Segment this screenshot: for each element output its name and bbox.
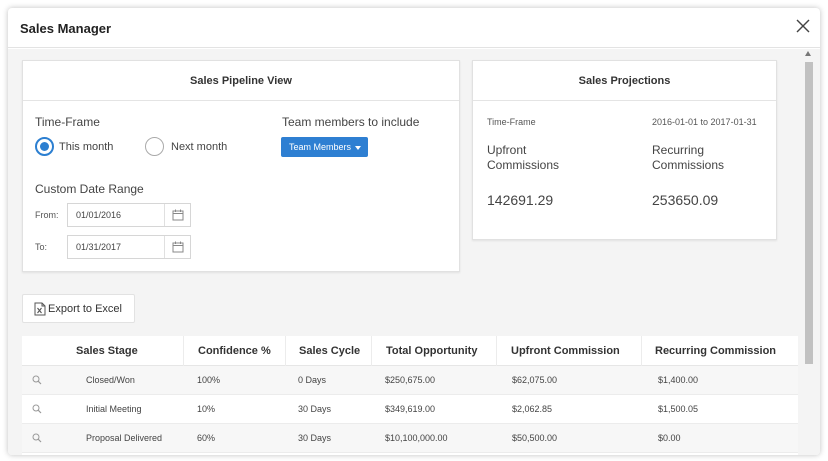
cell-confidence: 100%	[197, 375, 221, 385]
table-row[interactable]: Initial Meeting 10% 30 Days $349,619.00 …	[22, 395, 798, 424]
custom-date-range-label: Custom Date Range	[35, 182, 144, 196]
magnifier-icon[interactable]	[32, 404, 42, 414]
team-members-label: Team members to include	[282, 115, 420, 129]
cell-upfront-commission: $50,500.00	[512, 433, 558, 443]
projections-card: Sales Projections Time-Frame 2016-01-01 …	[472, 60, 777, 240]
column-divider	[183, 336, 184, 366]
date-separator	[164, 204, 165, 226]
cell-confidence: 60%	[197, 433, 216, 443]
timeframe-label: Time-Frame	[35, 115, 100, 129]
recurring-commissions-label-line1: Recurring	[652, 143, 705, 157]
radio-this-month-button[interactable]	[35, 137, 54, 156]
column-divider	[496, 336, 497, 366]
column-header-total-opportunity[interactable]: Total Opportunity	[386, 336, 477, 366]
cell-total-opportunity: $349,619.00	[385, 404, 436, 414]
recurring-commissions-label-line2: Commissions	[652, 158, 725, 172]
magnifier-icon[interactable]	[32, 375, 42, 385]
column-divider	[371, 336, 372, 366]
cell-sales-stage: Proposal Delivered	[86, 433, 163, 443]
cell-recurring-commission: $0.00	[658, 433, 681, 443]
close-icon[interactable]	[795, 18, 811, 34]
cell-recurring-commission: $1,400.00	[658, 375, 699, 385]
dialog-body: Sales Pipeline View Time-Frame This mont…	[8, 49, 820, 455]
pipeline-card: Sales Pipeline View Time-Frame This mont…	[22, 60, 460, 272]
upfront-commissions-value: 142691.29	[487, 192, 554, 208]
upfront-commissions-label-line2: Commissions	[487, 158, 560, 172]
team-members-dropdown[interactable]: Team Members	[281, 137, 368, 157]
cell-upfront-commission: $62,075.00	[512, 375, 558, 385]
dialog-titlebar: Sales Manager	[8, 8, 820, 48]
from-date-value[interactable]: 01/01/2016	[76, 210, 121, 220]
from-label: From:	[35, 210, 59, 220]
column-divider	[641, 336, 642, 366]
cell-total-opportunity: $10,100,000.00	[385, 433, 448, 443]
to-label: To:	[35, 242, 48, 252]
calendar-icon[interactable]	[172, 241, 184, 253]
export-to-excel-label: Export to Excel	[48, 303, 122, 315]
cell-sales-cycle: 0 Days	[298, 375, 327, 385]
calendar-icon[interactable]	[172, 209, 184, 221]
sales-table: Sales Stage Confidence % Sales Cycle Tot…	[22, 336, 798, 455]
cell-total-opportunity: $250,675.00	[385, 375, 436, 385]
to-date-value[interactable]: 01/31/2017	[76, 242, 121, 252]
cell-sales-cycle: 30 Days	[298, 433, 332, 443]
column-header-sales-stage[interactable]: Sales Stage	[76, 336, 138, 366]
pipeline-header: Sales Pipeline View	[23, 61, 459, 101]
projections-timeframe-label: Time-Frame	[487, 117, 536, 127]
excel-icon	[34, 302, 46, 316]
projections-timeframe-value: 2016-01-01 to 2017-01-31	[652, 117, 757, 127]
cell-recurring-commission: $1,500.05	[658, 404, 699, 414]
chevron-down-icon	[355, 145, 362, 150]
cell-upfront-commission: $2,062.85	[512, 404, 553, 414]
date-separator	[164, 236, 165, 258]
column-header-recurring-commission[interactable]: Recurring Commission	[655, 336, 776, 366]
upfront-commissions-label-line1: Upfront	[487, 143, 527, 157]
column-divider	[285, 336, 286, 366]
team-members-button-label: Team Members	[289, 142, 352, 152]
cell-sales-stage: Closed/Won	[86, 375, 135, 385]
scroll-up-arrow-icon[interactable]	[805, 51, 811, 56]
sales-manager-dialog: Sales Manager Sales Pipeline View Time-F…	[8, 8, 820, 455]
column-header-upfront-commission[interactable]: Upfront Commission	[511, 336, 620, 366]
radio-this-month-label[interactable]: This month	[59, 141, 113, 153]
cell-sales-cycle: 30 Days	[298, 404, 332, 414]
dialog-title: Sales Manager	[20, 21, 112, 36]
table-header-row: Sales Stage Confidence % Sales Cycle Tot…	[22, 336, 798, 366]
column-header-sales-cycle[interactable]: Sales Cycle	[299, 336, 360, 366]
cell-confidence: 10%	[197, 404, 216, 414]
radio-next-month-button[interactable]	[145, 137, 164, 156]
projections-header: Sales Projections	[473, 61, 776, 101]
recurring-commissions-value: 253650.09	[652, 192, 719, 208]
cell-sales-stage: Initial Meeting	[86, 404, 142, 414]
vertical-scrollbar[interactable]	[804, 49, 814, 455]
table-row[interactable]: Proposal Delivered 60% 30 Days $10,100,0…	[22, 424, 798, 453]
table-row[interactable]: Closed/Won 100% 0 Days $250,675.00 $62,0…	[22, 366, 798, 395]
radio-next-month-label[interactable]: Next month	[171, 141, 227, 153]
export-to-excel-button[interactable]: Export to Excel	[22, 294, 135, 323]
to-date-field[interactable]: 01/31/2017	[67, 235, 191, 259]
column-header-confidence[interactable]: Confidence %	[198, 336, 271, 366]
magnifier-icon[interactable]	[32, 433, 42, 443]
from-date-field[interactable]: 01/01/2016	[67, 203, 191, 227]
scrollbar-thumb[interactable]	[805, 62, 813, 364]
